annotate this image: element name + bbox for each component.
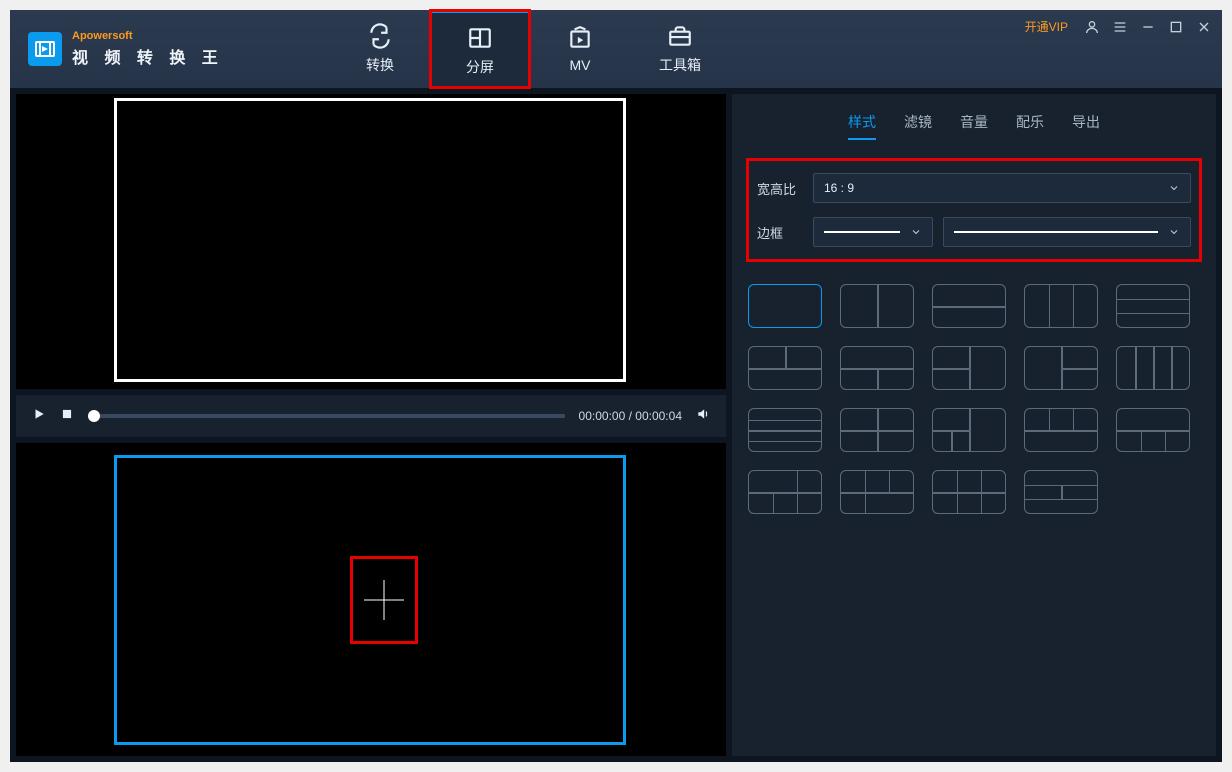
chevron-down-icon [910, 226, 922, 238]
line-sample-icon [954, 231, 1158, 233]
layout-2x2[interactable] [840, 408, 914, 452]
minimize-button[interactable] [1140, 19, 1156, 35]
main-tab-toolbox[interactable]: 工具箱 [630, 10, 730, 88]
main-tab-split[interactable]: 分屏 [430, 10, 530, 88]
layout-L-b[interactable] [1024, 408, 1098, 452]
main-tab-convert[interactable]: 转换 [330, 10, 430, 88]
logo-icon [28, 32, 62, 66]
sub-tab-music[interactable]: 配乐 [1016, 112, 1044, 140]
settings-highlight: 宽高比 16 : 9 边框 [746, 158, 1202, 262]
progress-bar[interactable] [88, 414, 565, 418]
layout-1x3v[interactable] [1024, 284, 1098, 328]
title-bar: Apowersoft 视 频 转 换 王 转换 分屏 [10, 10, 1222, 88]
sub-tab-filter[interactable]: 滤镜 [904, 112, 932, 140]
sub-tab-style[interactable]: 样式 [848, 112, 876, 140]
layout-grid [744, 274, 1204, 524]
layout-3x3-partial[interactable] [1024, 470, 1098, 514]
layout-t-right[interactable] [1024, 346, 1098, 390]
logo-area: Apowersoft 视 频 转 换 王 [10, 10, 310, 88]
layout-t-left[interactable] [932, 346, 1006, 390]
aspect-ratio-label: 宽高比 [757, 179, 803, 198]
add-media-highlight [350, 556, 418, 644]
user-icon[interactable] [1084, 19, 1100, 35]
sub-tabs: 样式 滤镜 音量 配乐 导出 [744, 104, 1204, 152]
aspect-ratio-row: 宽高比 16 : 9 [757, 173, 1191, 203]
main-tab-label: 转换 [366, 55, 394, 75]
aspect-ratio-dropdown[interactable]: 16 : 9 [813, 173, 1191, 203]
preview-box [16, 94, 726, 389]
aspect-ratio-value: 16 : 9 [824, 181, 854, 195]
current-time: 00:00:00 [579, 409, 626, 423]
layout-2x3-b[interactable] [840, 470, 914, 514]
main-tab-label: 分屏 [466, 57, 494, 77]
border-color-dropdown[interactable] [943, 217, 1191, 247]
layout-t-bottom[interactable] [840, 346, 914, 390]
right-panel: 样式 滤镜 音量 配乐 导出 宽高比 16 : 9 边框 [732, 94, 1216, 756]
plus-icon[interactable] [364, 580, 404, 620]
main-tab-label: 工具箱 [659, 55, 701, 75]
chevron-down-icon [1168, 226, 1180, 238]
window-controls: 开通VIP [1025, 18, 1212, 35]
border-row: 边框 [757, 217, 1191, 247]
main-tabs: 转换 分屏 MV [330, 10, 730, 88]
preview-frame-bottom[interactable] [114, 455, 626, 745]
time-sep: / [625, 409, 635, 423]
main-tab-mv[interactable]: MV [530, 10, 630, 88]
stop-icon[interactable] [60, 407, 74, 426]
main-tab-label: MV [570, 57, 591, 73]
app-window: Apowersoft 视 频 转 换 王 转换 分屏 [10, 10, 1222, 762]
chevron-down-icon [1168, 182, 1180, 194]
layout-1x2v[interactable] [840, 284, 914, 328]
layout-t-top[interactable] [748, 346, 822, 390]
layout-1x4h[interactable] [748, 408, 822, 452]
time-display: 00:00:00 / 00:00:04 [579, 409, 682, 423]
lower-preview [16, 443, 726, 756]
volume-icon[interactable] [696, 407, 710, 426]
layout-L-c[interactable] [1116, 408, 1190, 452]
menu-icon[interactable] [1112, 19, 1128, 35]
sub-tab-export[interactable]: 导出 [1072, 112, 1100, 140]
layout-1x3h[interactable] [1116, 284, 1190, 328]
brand-text: Apowersoft [72, 30, 224, 42]
maximize-button[interactable] [1168, 19, 1184, 35]
app-title: 视 频 转 换 王 [72, 44, 224, 68]
content-area: 00:00:00 / 00:00:04 样式 滤镜 音量 配乐 导出 [10, 88, 1222, 762]
preview-frame-top[interactable] [114, 98, 626, 382]
play-icon[interactable] [32, 407, 46, 426]
player-bar: 00:00:00 / 00:00:04 [16, 395, 726, 437]
progress-knob[interactable] [88, 410, 100, 422]
layout-L-a[interactable] [932, 408, 1006, 452]
sub-tab-volume[interactable]: 音量 [960, 112, 988, 140]
vip-link[interactable]: 开通VIP [1025, 18, 1068, 35]
layout-2x3[interactable] [932, 470, 1006, 514]
border-width-dropdown[interactable] [813, 217, 933, 247]
layout-1x2h[interactable] [932, 284, 1006, 328]
close-button[interactable] [1196, 19, 1212, 35]
duration: 00:00:04 [635, 409, 682, 423]
border-label: 边框 [757, 223, 803, 242]
layout-1x1[interactable] [748, 284, 822, 328]
left-panel: 00:00:00 / 00:00:04 [16, 94, 726, 756]
line-sample-icon [824, 231, 900, 233]
layout-1x4v[interactable] [1116, 346, 1190, 390]
layout-2x3-a[interactable] [748, 470, 822, 514]
